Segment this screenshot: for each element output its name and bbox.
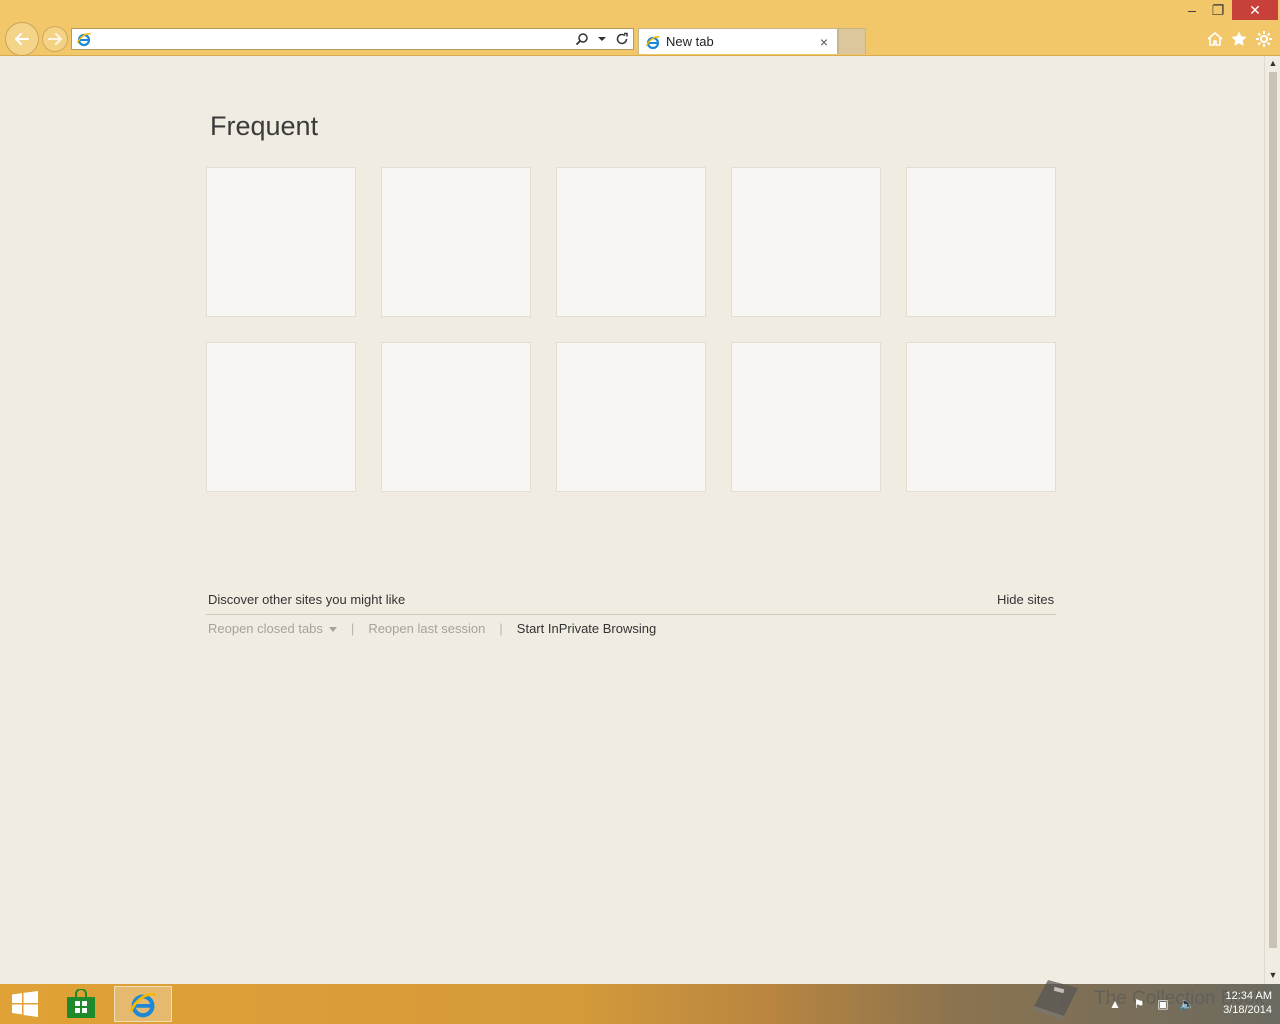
network-icon[interactable]: ▣ bbox=[1154, 995, 1172, 1013]
chevron-down-icon bbox=[328, 627, 337, 633]
volume-icon[interactable]: 🔈 bbox=[1178, 995, 1196, 1013]
scroll-thumb[interactable] bbox=[1269, 72, 1277, 948]
hide-sites-link[interactable]: Hide sites bbox=[997, 592, 1054, 607]
session-links: Reopen closed tabs | Reopen last session… bbox=[208, 621, 656, 636]
tools-button[interactable] bbox=[1254, 29, 1274, 49]
back-arrow-icon bbox=[15, 33, 29, 45]
vertical-scrollbar[interactable]: ▲ ▼ bbox=[1264, 56, 1280, 984]
close-tab-button[interactable]: × bbox=[815, 33, 833, 51]
ie-logo-icon bbox=[76, 33, 91, 47]
new-tab-page: Frequent Discover other sites you might … bbox=[0, 56, 1264, 984]
reopen-closed-tabs-link[interactable]: Reopen closed tabs bbox=[208, 621, 337, 636]
address-bar bbox=[71, 28, 634, 50]
reopen-closed-tabs-label: Reopen closed tabs bbox=[208, 621, 323, 636]
scroll-up-arrow-icon[interactable]: ▲ bbox=[1268, 58, 1278, 68]
start-inprivate-link[interactable]: Start InPrivate Browsing bbox=[517, 621, 656, 636]
site-tile[interactable] bbox=[206, 342, 356, 492]
address-input[interactable] bbox=[92, 29, 573, 49]
home-icon bbox=[1207, 32, 1223, 46]
start-button[interactable] bbox=[0, 986, 50, 1022]
site-tile[interactable] bbox=[731, 167, 881, 317]
clock-date: 3/18/2014 bbox=[1223, 1004, 1272, 1016]
reopen-last-session-link[interactable]: Reopen last session bbox=[368, 621, 485, 636]
book-icon bbox=[1034, 980, 1078, 1020]
site-tile[interactable] bbox=[381, 342, 531, 492]
chevron-down-icon bbox=[598, 37, 606, 41]
home-button[interactable] bbox=[1205, 29, 1225, 49]
divider bbox=[206, 614, 1056, 615]
refresh-button[interactable] bbox=[613, 30, 631, 48]
star-icon bbox=[1231, 31, 1247, 46]
minimize-button[interactable]: – bbox=[1180, 0, 1204, 20]
link-separator: | bbox=[350, 621, 355, 636]
clock-time: 12:34 AM bbox=[1225, 990, 1272, 1002]
ie-logo-icon bbox=[645, 35, 660, 49]
search-icon bbox=[575, 33, 588, 46]
site-tile[interactable] bbox=[381, 167, 531, 317]
close-window-button[interactable]: ✕ bbox=[1232, 0, 1278, 20]
site-tile[interactable] bbox=[556, 342, 706, 492]
site-tile[interactable] bbox=[906, 167, 1056, 317]
tab-label: New tab bbox=[666, 34, 714, 49]
refresh-icon bbox=[616, 32, 628, 45]
taskbar-clock[interactable]: 12:34 AM 3/18/2014 bbox=[1200, 989, 1272, 1017]
page-title: Frequent bbox=[210, 111, 319, 141]
site-tile[interactable] bbox=[556, 167, 706, 317]
scroll-down-arrow-icon[interactable]: ▼ bbox=[1268, 970, 1278, 980]
discover-sites-link[interactable]: Discover other sites you might like bbox=[208, 592, 405, 607]
store-icon bbox=[67, 989, 95, 1018]
search-dropdown-button[interactable] bbox=[593, 30, 611, 48]
search-button[interactable] bbox=[573, 30, 591, 48]
favorites-button[interactable] bbox=[1229, 29, 1249, 49]
restore-button[interactable]: ❐ bbox=[1206, 0, 1230, 20]
system-tray: ▲ ⚑ ▣ 🔈 bbox=[1106, 994, 1202, 1014]
back-button[interactable] bbox=[5, 22, 39, 56]
link-separator: | bbox=[499, 621, 503, 636]
tab-new-tab[interactable]: New tab × bbox=[638, 28, 838, 54]
forward-button[interactable] bbox=[42, 26, 68, 52]
new-tab-button[interactable] bbox=[838, 28, 866, 54]
windows-logo-icon bbox=[12, 991, 38, 1017]
internet-explorer-taskbar-button[interactable] bbox=[114, 986, 172, 1022]
site-tile[interactable] bbox=[906, 342, 1056, 492]
store-taskbar-button[interactable] bbox=[52, 986, 110, 1022]
site-tile[interactable] bbox=[731, 342, 881, 492]
action-center-flag-icon[interactable]: ⚑ bbox=[1130, 995, 1148, 1013]
browser-toolbar: New tab × – ❐ ✕ bbox=[0, 0, 1280, 56]
site-tile[interactable] bbox=[206, 167, 356, 317]
ie-logo-icon bbox=[129, 992, 156, 1018]
forward-arrow-icon bbox=[48, 33, 62, 45]
gear-icon bbox=[1256, 31, 1272, 47]
show-hidden-icons-icon[interactable]: ▲ bbox=[1106, 995, 1124, 1013]
